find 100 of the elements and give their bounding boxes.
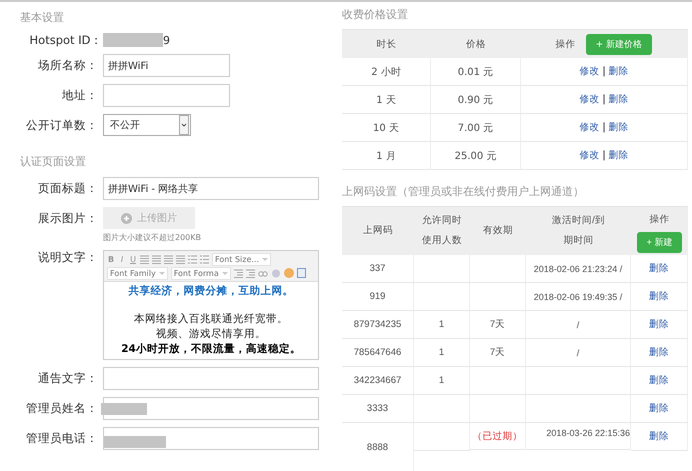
delete-link[interactable]: 删除 [608, 121, 629, 134]
table-cell [470, 395, 526, 423]
input-field[interactable]: 拼拼WiFi [103, 54, 230, 77]
dropdown[interactable]: 不公开 [103, 114, 191, 136]
table-cell [470, 367, 526, 395]
delete-link[interactable]: 删除 [649, 290, 669, 303]
font-size-select[interactable]: Font Size... [212, 252, 272, 266]
table-cell [470, 255, 526, 283]
table-cell: 0.90 元 [431, 86, 521, 114]
image-icon[interactable] [296, 268, 306, 278]
table-cell: 879734235 [342, 311, 414, 339]
font-family-select[interactable]: Font Family [107, 266, 168, 280]
table-cell: 337 [342, 255, 414, 283]
delete-link[interactable]: 删除 [649, 318, 669, 331]
edit-link[interactable]: 修改 [579, 149, 600, 162]
field-label: 管理员电话： [25, 431, 99, 446]
delete-link[interactable]: 删除 [649, 430, 669, 443]
field-label: 展示图片： [37, 210, 99, 226]
field-label: Hotspot ID : [28, 33, 99, 47]
table-cell [414, 255, 470, 283]
table-cell: 1 [414, 339, 470, 367]
align-icon[interactable] [176, 254, 185, 264]
table-cell: 785647646 [342, 339, 414, 367]
table-cell: 1 [414, 367, 470, 395]
align-icon[interactable] [152, 254, 161, 264]
delete-link[interactable]: 删除 [649, 262, 669, 275]
description-line: 共享经济，网费分摊，互助上网。 [128, 284, 294, 299]
table-cell: 10 天 [342, 114, 431, 142]
table-cell: 342234667 [342, 367, 414, 395]
delete-link[interactable]: 删除 [649, 346, 669, 359]
edit-link[interactable]: 修改 [579, 121, 600, 134]
delete-link[interactable]: 删除 [649, 374, 669, 387]
rich-text-editor[interactable]: B I U Font Size... Font Family Font Forma 共享经济，网费分摊，互助上网。 本网络接入百兆联通光纤宽带。 视频、游戏尽情享用。 24小时开放，不限流量，高速稳定。 [103, 250, 319, 360]
input-field[interactable] [103, 84, 230, 107]
delete-link[interactable]: 删除 [608, 65, 629, 78]
table-cell: / [526, 311, 631, 339]
description-line: 本网络接入百兆联通光纤宽带。 [133, 312, 289, 327]
table-cell: 25.00 元 [431, 142, 521, 170]
table-cell: 7天 [470, 311, 526, 339]
indent-icon[interactable] [234, 268, 243, 278]
table-cell: 1 [414, 311, 470, 339]
separator: | [602, 122, 606, 133]
table-cell: 1 月 [342, 142, 431, 170]
section-title: 上网码设置（管理员或非在线付费用户上网通道） [342, 184, 585, 200]
table-cell: 919 [342, 283, 414, 311]
section-title: 基本设置 [20, 10, 65, 26]
hint-text: 图片大小建议不超过200KB [103, 232, 202, 243]
input-field[interactable] [103, 427, 319, 450]
edit-link[interactable]: 修改 [579, 65, 600, 78]
column-header: 上网码 [342, 207, 414, 255]
field-label: 管理员姓名： [25, 401, 99, 416]
delete-link[interactable]: 删除 [608, 149, 629, 162]
section-title: 收费价格设置 [342, 7, 409, 23]
column-header: 操作 [650, 212, 670, 226]
table-cell: 7.00 元 [431, 114, 521, 142]
plus-icon [121, 212, 132, 224]
input-field[interactable] [103, 397, 319, 420]
separator: | [602, 66, 606, 77]
table-cell [414, 283, 470, 311]
hotspot-id-value: 9 [163, 34, 170, 46]
table-cell: 2018-03-26 22:15:36 [526, 423, 631, 450]
indent-icon[interactable] [246, 268, 255, 278]
table-cell: 7天 [470, 339, 526, 367]
separator: | [602, 150, 606, 161]
table-cell: / [526, 339, 631, 367]
table-cell: 3333 [342, 395, 414, 423]
delete-link[interactable]: 删除 [649, 402, 669, 415]
input-field[interactable]: 拼拼WiFi - 网络共享 [103, 177, 319, 200]
caret-icon [179, 115, 189, 135]
table-cell: 8888 [342, 423, 414, 471]
field-label: 通告文字： [37, 371, 99, 386]
field-label: 说明文字： [37, 250, 99, 265]
column-header: 操作 [556, 38, 576, 50]
description-line: 视频、游戏尽情享用。 [155, 327, 267, 342]
column-header: 激活时间/到期时间 [526, 207, 631, 255]
format-select[interactable]: Font Forma [170, 266, 231, 280]
edit-link[interactable]: 修改 [579, 93, 600, 106]
separator: | [602, 94, 606, 105]
link-icon[interactable] [258, 268, 268, 278]
table-cell [414, 395, 470, 423]
table-cell: 2 小时 [342, 58, 431, 86]
table-cell [470, 283, 526, 311]
table-cell: 2018-02-06 21:23:24 / [526, 255, 631, 283]
column-header: 时长 [342, 30, 431, 58]
field-label: 页面标题： [37, 181, 99, 196]
section-title: 认证页面设置 [20, 154, 87, 170]
field-label: 场所名称： [37, 58, 99, 73]
table-cell: 1 天 [342, 86, 431, 114]
align-icon[interactable] [164, 254, 173, 264]
table-cell: 2018-02-06 19:49:35 / [526, 283, 631, 311]
align-icon[interactable] [140, 254, 149, 264]
column-header: 有效期 [470, 207, 526, 255]
table-cell: 0.01 元 [431, 58, 521, 86]
table-cell [414, 423, 470, 451]
list-icon[interactable] [188, 254, 197, 264]
list-icon[interactable] [200, 254, 209, 264]
description-line: 24小时开放，不限流量，高速稳定。 [120, 342, 302, 357]
column-header: 价格 [431, 30, 521, 58]
delete-link[interactable]: 删除 [608, 93, 629, 106]
input-field[interactable] [103, 367, 319, 390]
